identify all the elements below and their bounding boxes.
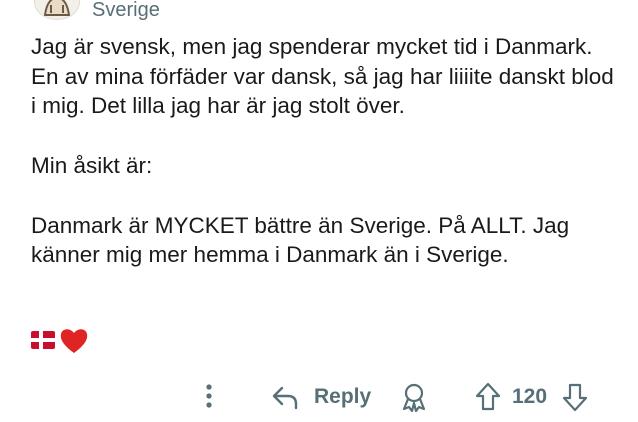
avatar-icon: [43, 0, 71, 16]
reply-arrow-icon[interactable]: [270, 382, 300, 412]
upvote-icon[interactable]: [474, 381, 502, 413]
comment-paragraph: Jag är svensk, men jag spenderar mycket …: [31, 34, 614, 118]
reply-button[interactable]: Reply: [314, 385, 371, 409]
vote-score: 120: [512, 385, 548, 408]
comment-body: Jag är svensk, men jag spenderar mycket …: [31, 32, 621, 270]
comment-header: Sverige: [34, 0, 634, 24]
award-icon[interactable]: [399, 381, 429, 413]
downvote-icon[interactable]: [561, 381, 589, 413]
user-avatar[interactable]: [34, 0, 80, 20]
comment-paragraph: Min åsikt är:: [31, 153, 153, 178]
user-flair: Sverige: [92, 0, 160, 21]
comment-actions: Reply 120: [0, 375, 638, 419]
comment-paragraph: Danmark är MYCKET bättre än Sverige. På …: [31, 212, 570, 268]
more-vertical-icon[interactable]: [204, 383, 214, 411]
denmark-flag-icon: [31, 331, 55, 349]
red-heart-icon: [60, 329, 88, 353]
